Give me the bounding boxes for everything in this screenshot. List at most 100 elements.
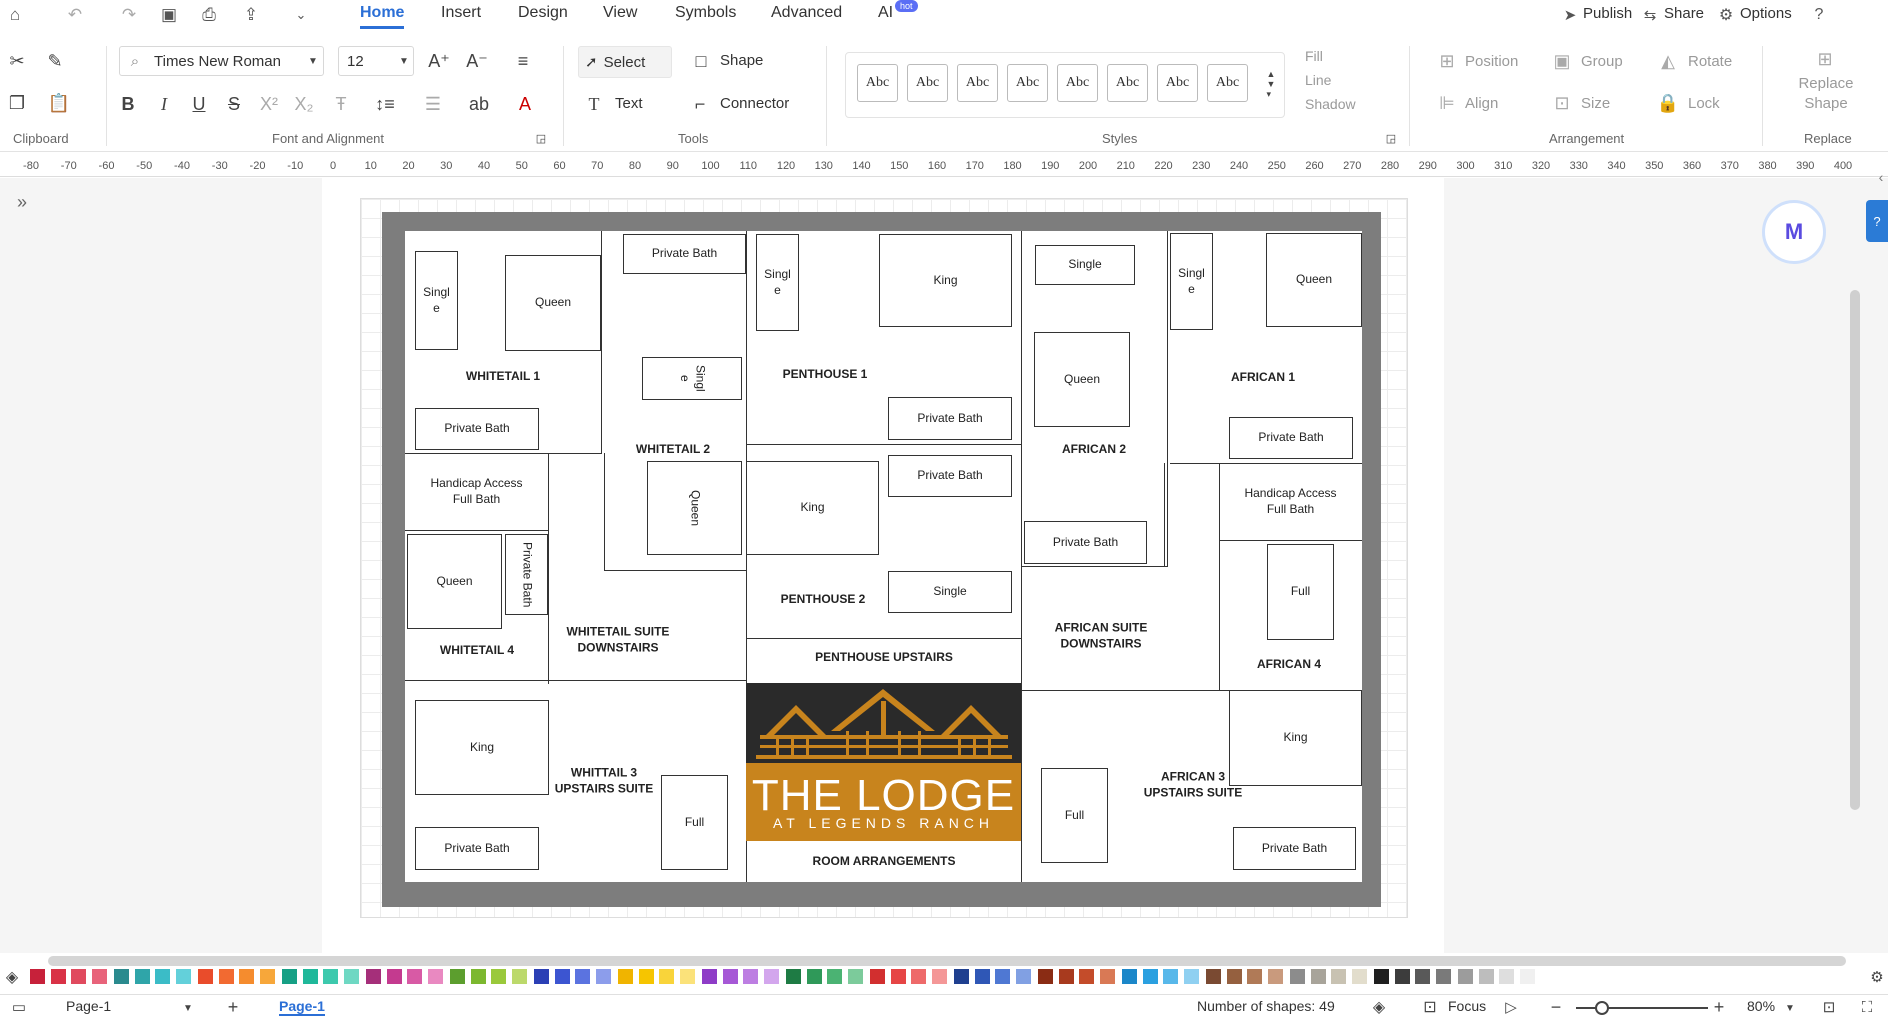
collapse-panel-icon[interactable]: ‹	[1874, 168, 1888, 186]
color-swatch[interactable]	[618, 969, 633, 984]
color-swatch[interactable]	[450, 969, 465, 984]
zoom-slider-handle[interactable]	[1595, 1001, 1609, 1015]
color-swatch[interactable]	[659, 969, 674, 984]
color-swatch[interactable]	[638, 969, 654, 984]
color-swatch[interactable]	[1331, 969, 1346, 984]
color-swatch[interactable]	[1058, 969, 1074, 984]
color-swatch[interactable]	[575, 969, 590, 984]
color-swatch[interactable]	[1310, 969, 1326, 984]
color-swatch[interactable]	[786, 969, 801, 984]
replace-shape-button[interactable]: Replace Shape	[1786, 74, 1866, 114]
tab-insert[interactable]: Insert	[441, 4, 481, 22]
color-swatch[interactable]	[175, 969, 191, 984]
style-swatch[interactable]: Abc	[1157, 64, 1198, 102]
style-swatch[interactable]: Abc	[957, 64, 998, 102]
share-button[interactable]: Share	[1664, 5, 1704, 22]
tab-symbols[interactable]: Symbols	[675, 4, 736, 22]
fit-page-icon[interactable]: ⊡	[1818, 997, 1840, 1017]
text-align-icon[interactable]: ≡	[505, 50, 541, 72]
fill-bucket-icon[interactable]: ◈	[0, 966, 24, 988]
color-swatch[interactable]	[995, 969, 1010, 984]
layers-icon[interactable]: ◈	[1366, 997, 1392, 1017]
tab-ai[interactable]: AI	[878, 4, 893, 22]
color-swatch[interactable]	[366, 969, 381, 984]
color-swatch[interactable]	[554, 969, 570, 984]
ai-assistant-icon[interactable]: M	[1762, 200, 1826, 264]
text-tool-button[interactable]: Text	[615, 95, 643, 112]
expand-icon[interactable]: ◲	[534, 131, 548, 145]
color-swatch[interactable]	[595, 969, 611, 984]
expand-sidebar-icon[interactable]: »	[10, 190, 34, 214]
color-swatch[interactable]	[302, 969, 318, 984]
position-button[interactable]: Position	[1465, 53, 1518, 70]
shape-button[interactable]: Shape	[720, 52, 763, 69]
color-swatch[interactable]	[1226, 969, 1242, 984]
publish-button[interactable]: Publish	[1583, 5, 1632, 22]
color-swatch[interactable]	[218, 969, 234, 984]
focus-button[interactable]: Focus	[1448, 998, 1486, 1014]
color-swatch[interactable]	[743, 969, 758, 984]
color-swatch[interactable]	[763, 969, 779, 984]
color-swatch[interactable]	[722, 969, 738, 984]
line-button[interactable]: Line	[1305, 72, 1331, 88]
color-swatch[interactable]	[1079, 969, 1094, 984]
more-icon[interactable]: ⌄	[290, 4, 312, 26]
color-swatch[interactable]	[1351, 969, 1367, 984]
color-swatch[interactable]	[1142, 969, 1158, 984]
color-swatch[interactable]	[702, 969, 717, 984]
color-swatch[interactable]	[911, 969, 926, 984]
color-swatch[interactable]	[1415, 969, 1430, 984]
shadow-button[interactable]: Shadow	[1305, 96, 1356, 112]
color-swatch[interactable]	[1099, 969, 1115, 984]
color-swatch[interactable]	[806, 969, 822, 984]
color-swatch[interactable]	[827, 969, 842, 984]
color-swatch[interactable]	[470, 969, 486, 984]
color-swatch[interactable]	[1267, 969, 1283, 984]
style-swatch[interactable]: Abc	[1107, 64, 1148, 102]
zoom-out-icon[interactable]: −	[1545, 997, 1567, 1017]
color-swatch[interactable]	[1458, 969, 1473, 984]
color-swatch[interactable]	[679, 969, 695, 984]
style-swatch[interactable]: Abc	[1007, 64, 1048, 102]
color-swatch[interactable]	[1038, 969, 1053, 984]
style-swatch[interactable]: Abc	[907, 64, 948, 102]
add-page-icon[interactable]: +	[222, 997, 244, 1017]
print-icon[interactable]: ⎙	[198, 4, 220, 26]
color-swatch[interactable]	[134, 969, 150, 984]
color-swatch[interactable]	[1122, 969, 1137, 984]
font-color-icon[interactable]: A	[508, 92, 542, 116]
style-swatch[interactable]: Abc	[1057, 64, 1098, 102]
zoom-level[interactable]: 80%	[1747, 998, 1775, 1014]
chevron-down-icon[interactable]: ▼	[180, 999, 196, 1017]
select-tool-button[interactable]: ➚ Select	[578, 46, 672, 78]
tab-home[interactable]: Home	[360, 4, 405, 29]
help-icon[interactable]: ?	[1808, 4, 1830, 26]
bullet-list-icon[interactable]: ☰	[416, 92, 450, 116]
color-swatch[interactable]	[1478, 969, 1494, 984]
size-button[interactable]: Size	[1581, 95, 1610, 112]
chevron-down-icon[interactable]: ▼	[1783, 999, 1797, 1017]
color-swatch[interactable]	[1374, 969, 1389, 984]
fullscreen-icon[interactable]: ⛶	[1856, 997, 1878, 1017]
superscript-icon[interactable]: X²	[257, 92, 281, 116]
color-swatch[interactable]	[1394, 969, 1410, 984]
color-swatch[interactable]	[407, 969, 422, 984]
color-swatch[interactable]	[491, 969, 506, 984]
expand-icon[interactable]: ◲	[1384, 131, 1398, 145]
color-swatch[interactable]	[71, 969, 86, 984]
color-swatch[interactable]	[931, 969, 947, 984]
color-swatch[interactable]	[282, 969, 297, 984]
color-swatch[interactable]	[427, 969, 443, 984]
page-select[interactable]: Page-1	[66, 998, 111, 1014]
color-swatch[interactable]	[847, 969, 863, 984]
color-swatch[interactable]	[954, 969, 969, 984]
tab-view[interactable]: View	[603, 4, 637, 22]
color-swatch[interactable]	[323, 969, 338, 984]
decrease-font-icon[interactable]: A⁻	[464, 50, 490, 72]
color-swatch[interactable]	[890, 969, 906, 984]
color-swatch[interactable]	[50, 969, 66, 984]
rotate-button[interactable]: Rotate	[1688, 53, 1732, 70]
color-swatch[interactable]	[1247, 969, 1262, 984]
color-swatch[interactable]	[114, 969, 129, 984]
page-tab[interactable]: Page-1	[279, 998, 325, 1016]
